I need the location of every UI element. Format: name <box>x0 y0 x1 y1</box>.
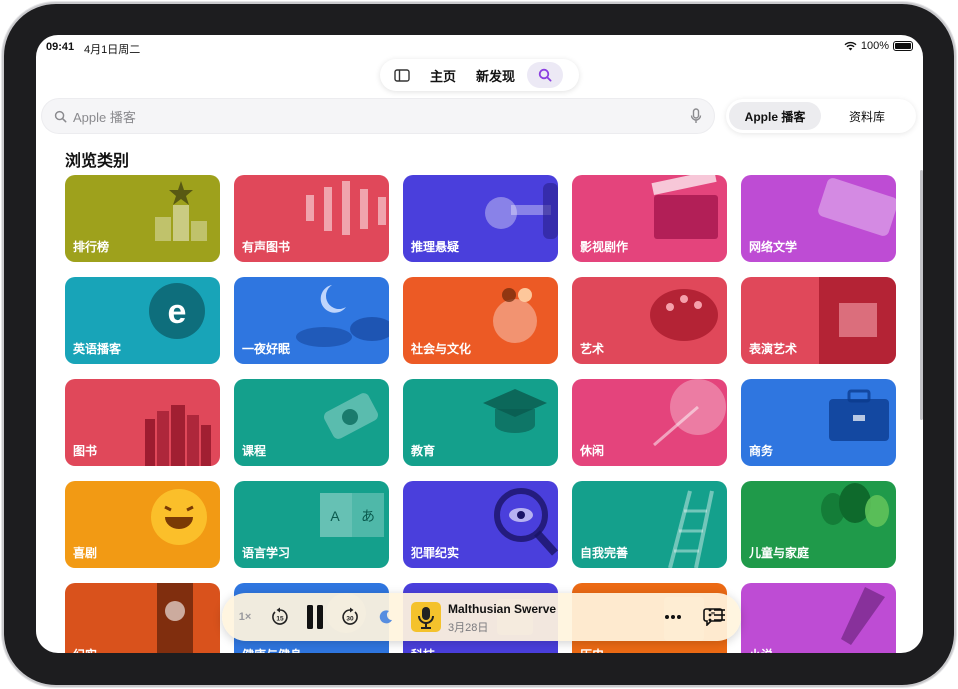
category-label: 图书 <box>73 444 98 458</box>
queue-list-icon[interactable] <box>708 608 726 622</box>
pause-icon <box>307 605 323 629</box>
category-tile[interactable]: 犯罪纪实 <box>403 481 558 568</box>
episode-date: 3月28日 <box>448 622 489 634</box>
category-label: 自我完善 <box>580 546 629 560</box>
pause-button[interactable] <box>301 603 329 631</box>
category-label: 儿童与家庭 <box>749 546 810 560</box>
category-label: 科技 <box>411 646 435 653</box>
category-tile[interactable]: 课程 <box>234 379 389 466</box>
section-title: 浏览类别 <box>65 153 130 170</box>
category-label: 影视剧作 <box>580 240 629 254</box>
wifi-icon <box>844 41 857 51</box>
status-date: 4月1日周二 <box>84 44 141 56</box>
skip-back-button[interactable]: 15 <box>266 603 294 631</box>
svg-text:e: e <box>168 293 187 331</box>
category-tile[interactable]: 商务 <box>741 379 896 466</box>
category-tile[interactable]: 排行榜 <box>65 175 220 262</box>
svg-text:A: A <box>330 508 340 524</box>
category-label: 休闲 <box>580 444 605 458</box>
episode-title: Malthusian Swerve <box>448 602 557 616</box>
sidebar-toggle-button[interactable] <box>384 62 420 88</box>
category-tile[interactable]: 图书 <box>65 379 220 466</box>
sleep-timer-icon <box>379 610 392 624</box>
battery-icon <box>893 41 913 51</box>
category-tile[interactable]: A あ语言学习 <box>234 481 389 568</box>
category-tile[interactable]: 社会与文化 <box>403 277 558 364</box>
search-field[interactable]: Apple 播客 <box>42 99 714 133</box>
sidebar-icon <box>394 68 410 82</box>
category-tile[interactable]: 喜剧 <box>65 481 220 568</box>
scope-apple-podcasts[interactable]: Apple 播客 <box>729 102 821 130</box>
category-label: 一夜好眠 <box>242 342 291 356</box>
film-globe-icon <box>157 583 193 653</box>
category-tile[interactable]: 影视剧作 <box>572 175 727 262</box>
scope-library[interactable]: 资料库 <box>821 102 913 130</box>
category-label: 小说 <box>749 646 773 653</box>
category-label: 喜剧 <box>73 546 98 560</box>
category-label: 社会与文化 <box>411 342 472 356</box>
fountain-pen-icon <box>841 587 885 645</box>
category-label: 表演艺术 <box>749 342 798 356</box>
search-scope-control: Apple 播客 资料库 <box>726 99 916 133</box>
category-tile[interactable]: 自我完善 <box>572 481 727 568</box>
more-button[interactable] <box>659 603 687 631</box>
category-label: 纪实 <box>73 646 97 653</box>
top-navigation: 主页 新发现 <box>380 59 579 91</box>
skip-forward-30-icon: 30 <box>342 607 358 625</box>
skip-back-15-icon: 15 <box>272 607 288 625</box>
category-label: 语言学习 <box>242 546 291 560</box>
episode-artwork[interactable] <box>411 602 441 632</box>
playback-speed-button[interactable]: 1× <box>230 605 260 629</box>
category-tile[interactable]: e 英语播客 <box>65 277 220 364</box>
category-tile[interactable]: 一夜好眠 <box>234 277 389 364</box>
category-label: 商务 <box>749 444 774 458</box>
category-tile[interactable]: 休闲 <box>572 379 727 466</box>
screen: 09:41 4月1日周二 100% 主页 新发现 Apple 播客 Apple … <box>36 35 923 653</box>
microphone-icon[interactable] <box>690 108 702 124</box>
svg-text:30: 30 <box>346 616 354 623</box>
tab-search[interactable] <box>527 62 564 88</box>
category-label: 有声图书 <box>242 240 291 254</box>
status-right: 100% <box>844 40 913 52</box>
category-tile[interactable]: 表演艺术 <box>741 277 896 364</box>
category-label: 英语播客 <box>73 342 122 356</box>
search-icon <box>54 110 67 122</box>
category-label: 历史 <box>580 646 604 653</box>
category-tile[interactable]: 小说 <box>741 583 896 653</box>
more-icon <box>665 615 681 619</box>
category-label: 排行榜 <box>73 240 110 254</box>
skip-forward-button[interactable]: 30 <box>336 603 364 631</box>
category-label: 教育 <box>411 444 436 458</box>
sleep-timer-button[interactable] <box>372 603 400 631</box>
tab-home[interactable]: 主页 <box>420 62 466 88</box>
svg-text:15: 15 <box>276 616 284 623</box>
status-time: 09:41 <box>46 41 75 53</box>
category-tile[interactable]: 推理悬疑 <box>403 175 558 262</box>
category-tile[interactable]: 网络文学 <box>741 175 896 262</box>
search-icon <box>538 68 552 82</box>
category-label: 网络文学 <box>749 240 798 254</box>
tab-new[interactable]: 新发现 <box>466 62 525 88</box>
category-label: 健康与健身 <box>242 646 302 653</box>
search-placeholder: Apple 播客 <box>73 109 136 125</box>
svg-text:あ: あ <box>361 509 375 525</box>
category-tile[interactable]: 儿童与家庭 <box>741 481 896 568</box>
category-label: 犯罪纪实 <box>411 546 460 560</box>
status-bar: 09:41 4月1日周二 100% <box>36 35 923 59</box>
category-label: 推理悬疑 <box>411 240 460 254</box>
microphone-artwork-icon <box>418 607 434 629</box>
category-label: 课程 <box>242 444 267 458</box>
category-tile[interactable]: 艺术 <box>572 277 727 364</box>
battery-percent: 100% <box>860 40 889 52</box>
scrollbar[interactable] <box>920 170 923 420</box>
category-tile[interactable]: 有声图书 <box>234 175 389 262</box>
category-tile[interactable]: 教育 <box>403 379 558 466</box>
mini-player[interactable]: 1× 15 30 Malthusian Swerve 3月28日 " <box>222 593 741 641</box>
category-label: 艺术 <box>580 342 605 356</box>
category-tile[interactable]: 纪实 <box>65 583 220 653</box>
